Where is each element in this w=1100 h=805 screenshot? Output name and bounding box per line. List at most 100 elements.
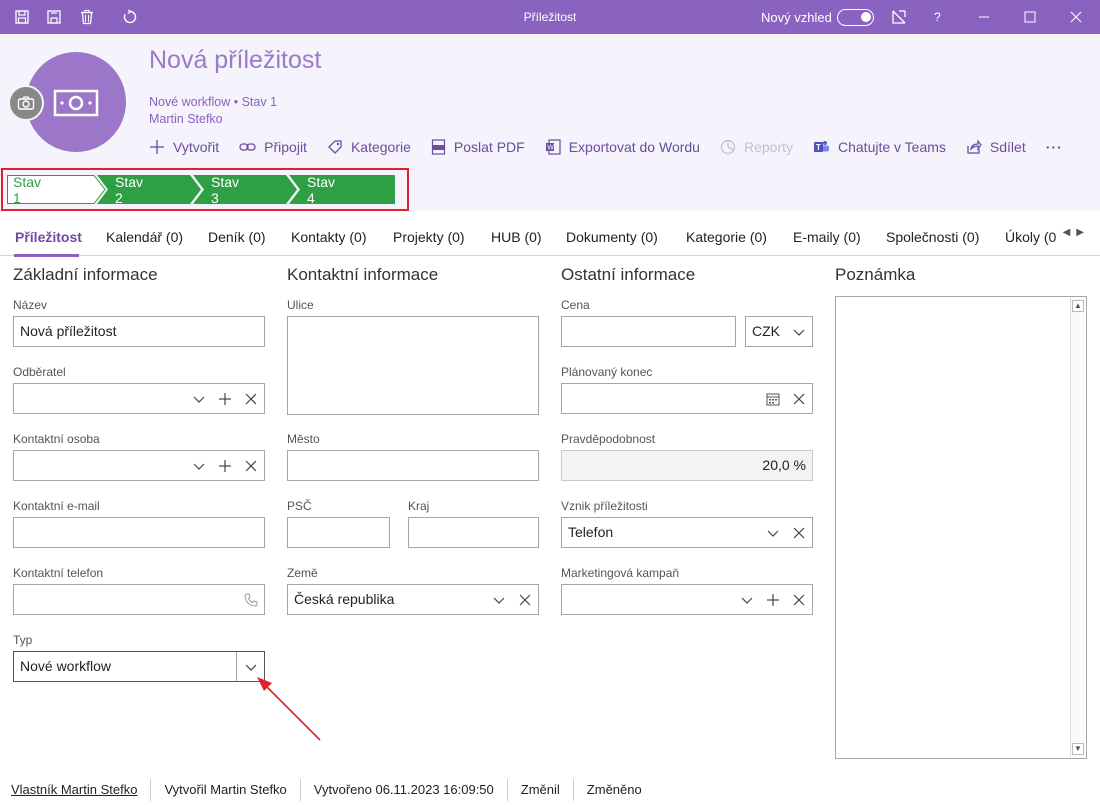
tab-journal[interactable]: Deník (0) (208, 229, 266, 245)
chevron-down-icon[interactable] (192, 459, 206, 473)
type-label: Typ (13, 633, 33, 647)
dropdown-divider (236, 652, 237, 681)
pdf-icon (431, 139, 445, 155)
region-field[interactable] (408, 517, 539, 548)
create-label: Vytvořit (173, 139, 220, 155)
city-label: Město (287, 432, 320, 446)
street-label: Ulice (287, 298, 314, 312)
plus-icon[interactable] (218, 392, 232, 406)
note-scrollbar[interactable]: ▲ ▼ (1070, 298, 1085, 757)
record-footer: Vlastník Martin Stefko Vytvořil Martin S… (0, 775, 1100, 805)
tab-documents[interactable]: Dokumenty (0) (566, 229, 658, 245)
tab-projects[interactable]: Projekty (0) (393, 229, 465, 245)
attach-label: Připojit (264, 139, 307, 155)
contact-email-field[interactable] (13, 517, 265, 548)
zip-label: PSČ (287, 499, 312, 513)
footer-owner[interactable]: Vlastník Martin Stefko (0, 779, 152, 801)
contact-phone-field[interactable] (13, 584, 265, 615)
clear-icon[interactable] (518, 593, 532, 607)
tab-scroll-arrows[interactable]: ◀▶ (1063, 227, 1090, 238)
calendar-icon[interactable] (766, 392, 780, 406)
clear-icon[interactable] (792, 392, 806, 406)
footer-created-by: Vytvořil Martin Stefko (151, 779, 301, 801)
export-word-button[interactable]: W Exportovat do Wordu (545, 139, 700, 155)
country-value: Česká republika (294, 591, 395, 607)
chevron-down-icon[interactable] (492, 593, 506, 607)
plus-icon[interactable] (218, 459, 232, 473)
tab-emails[interactable]: E-maily (0) (793, 229, 861, 245)
help-button[interactable]: ? (934, 0, 941, 34)
reports-button[interactable]: Reporty (720, 139, 793, 155)
clear-icon[interactable] (244, 392, 258, 406)
type-dropdown[interactable]: Nové workflow (13, 651, 265, 682)
action-bar: Vytvořit Připojit Kategorie Poslat PDF W… (149, 137, 1083, 157)
share-button[interactable]: Sdílet (966, 139, 1026, 155)
clear-icon[interactable] (792, 526, 806, 540)
section-basic-info: Základní informace (13, 265, 158, 284)
probability-label: Pravděpodobnost (561, 432, 656, 446)
currency-dropdown[interactable]: CZK (745, 316, 813, 347)
footer-modified-at: Změněno (586, 782, 642, 797)
chevron-down-icon[interactable] (766, 526, 780, 540)
stage-highlight-box (1, 168, 409, 211)
share-label: Sdílet (989, 139, 1026, 155)
tab-calendar[interactable]: Kalendář (0) (106, 229, 183, 245)
save-close-icon[interactable] (40, 0, 68, 34)
note-textarea[interactable]: ▲ ▼ (835, 296, 1087, 759)
footer-modified-by: Změnil (508, 779, 574, 801)
city-field[interactable] (287, 450, 539, 481)
title-bar: Příležitost Nový vzhled ? (0, 0, 1100, 34)
create-button[interactable]: Vytvořit (149, 139, 219, 155)
save-icon[interactable] (8, 0, 36, 34)
delete-icon[interactable] (73, 0, 101, 34)
price-field[interactable] (561, 316, 736, 347)
street-field[interactable] (287, 316, 539, 415)
plus-icon[interactable] (766, 593, 780, 607)
new-look-label: Nový vzhled (761, 9, 832, 25)
close-icon[interactable] (1062, 0, 1090, 34)
tab-hub[interactable]: HUB (0) (491, 229, 542, 245)
planned-end-field[interactable] (561, 383, 813, 414)
campaign-field[interactable] (561, 584, 813, 615)
clear-icon[interactable] (792, 593, 806, 607)
customer-field[interactable] (13, 383, 265, 414)
export-word-label: Exportovat do Wordu (568, 139, 700, 155)
section-note: Poznámka (835, 265, 916, 284)
chevron-down-icon[interactable] (792, 325, 806, 339)
zip-field[interactable] (287, 517, 390, 548)
scroll-down-icon[interactable]: ▼ (1072, 743, 1084, 755)
refresh-icon[interactable] (116, 0, 144, 34)
planned-end-label: Plánovaný konec (561, 365, 653, 379)
chevron-down-icon[interactable] (244, 660, 258, 674)
tab-opportunity[interactable]: Příležitost (15, 229, 82, 245)
tab-companies[interactable]: Společnosti (0) (886, 229, 979, 245)
send-pdf-button[interactable]: Poslat PDF (431, 139, 525, 155)
link-icon (239, 143, 256, 151)
minimize-icon[interactable] (970, 0, 998, 34)
clear-icon[interactable] (244, 459, 258, 473)
plus-icon (150, 140, 164, 154)
reports-label: Reporty (743, 139, 793, 155)
phone-icon[interactable] (244, 593, 258, 607)
scroll-up-icon[interactable]: ▲ (1072, 300, 1084, 312)
more-button[interactable]: ··· (1046, 139, 1063, 155)
country-label: Země (287, 566, 318, 580)
category-button[interactable]: Kategorie (327, 139, 411, 155)
chevron-down-icon[interactable] (192, 392, 206, 406)
contact-person-field[interactable] (13, 450, 265, 481)
attach-button[interactable]: Připojit (239, 139, 307, 155)
name-field[interactable]: Nová příležitost (13, 316, 265, 347)
tab-contacts[interactable]: Kontakty (0) (291, 229, 366, 245)
teams-button[interactable]: T Chatujte v Teams (813, 139, 946, 155)
tab-categories[interactable]: Kategorie (0) (686, 229, 767, 245)
layout-icon[interactable] (885, 0, 913, 34)
record-owner[interactable]: Martin Stefko (149, 112, 223, 126)
contact-phone-label: Kontaktní telefon (13, 566, 104, 580)
camera-icon[interactable] (8, 85, 44, 121)
chevron-down-icon[interactable] (740, 593, 754, 607)
tab-tasks[interactable]: Úkoly (0 (1005, 229, 1057, 245)
new-look-toggle[interactable] (837, 9, 874, 26)
maximize-icon[interactable] (1016, 0, 1044, 34)
country-field[interactable]: Česká republika (287, 584, 539, 615)
origin-field[interactable]: Telefon (561, 517, 813, 548)
